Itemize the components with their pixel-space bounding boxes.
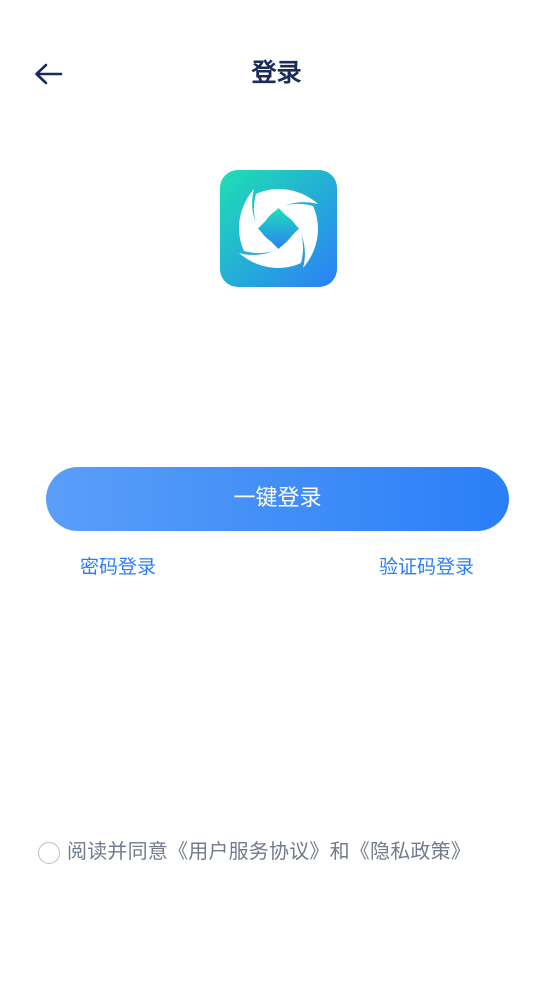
one-click-login-button[interactable]: 一键登录 xyxy=(46,467,509,531)
page-title: 登录 xyxy=(251,58,302,87)
password-login-link[interactable]: 密码登录 xyxy=(80,553,156,581)
agreement-row: 阅读并同意《用户服务协议》和《隐私政策》 xyxy=(38,836,471,866)
code-login-link[interactable]: 验证码登录 xyxy=(379,553,474,581)
agreement-checkbox[interactable] xyxy=(38,842,60,864)
app-logo-icon xyxy=(220,170,337,287)
agreement-text[interactable]: 阅读并同意《用户服务协议》和《隐私政策》 xyxy=(67,836,471,866)
